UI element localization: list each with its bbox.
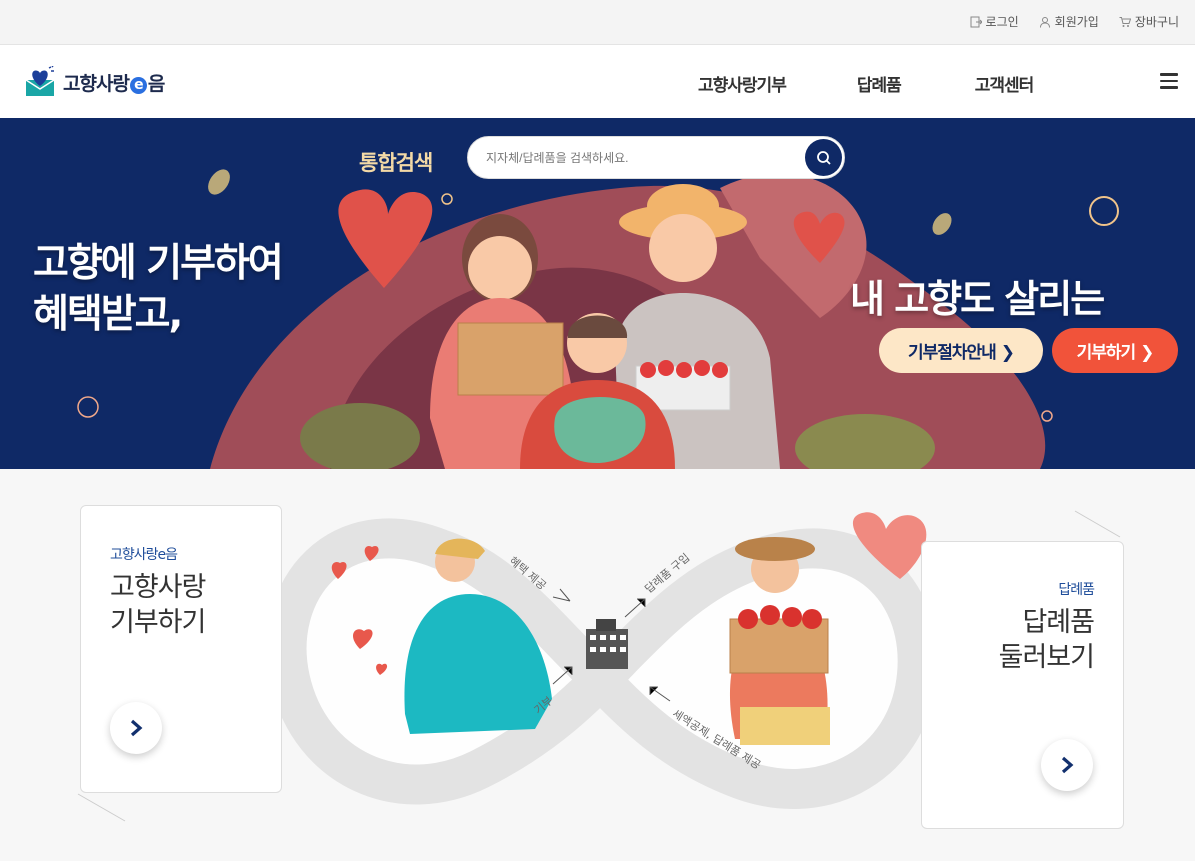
donate-card-title: 고향사랑 기부하기	[110, 570, 206, 640]
cart-link[interactable]: 장바구니	[1119, 13, 1179, 30]
signup-link[interactable]: 회원가입	[1039, 13, 1099, 30]
login-label: 로그인	[985, 15, 1019, 29]
gifts-card-title-line2: 둘러보기	[998, 642, 1095, 673]
main-nav: 고향사랑기부 답례품 고객센터	[698, 71, 1035, 96]
site-logo[interactable]: 고향사랑 e 음	[25, 66, 166, 98]
donate-card[interactable]: 고향사랑e음 고향사랑 기부하기	[80, 505, 282, 793]
donate-card-sub: 고향사랑e음	[110, 547, 178, 563]
hamburger-menu-icon[interactable]	[1160, 73, 1178, 89]
gifts-card-title: 답례품 둘러보기	[998, 605, 1095, 675]
search-input[interactable]	[486, 147, 796, 169]
nav-item-donation[interactable]: 고향사랑기부	[698, 71, 787, 96]
hero-title-line1: 고향에 기부하여	[33, 241, 284, 286]
donate-card-title-line1: 고향사랑	[110, 572, 206, 603]
cart-label: 장바구니	[1134, 15, 1179, 29]
logo-text: 고향사랑 e 음	[63, 69, 166, 96]
user-icon	[1039, 16, 1050, 28]
site-header: 고향사랑 e 음 고향사랑기부 답례품 고객센터	[0, 45, 1195, 118]
logo-text-suffix: 음	[147, 72, 166, 95]
search-label: 통합검색	[359, 151, 433, 175]
gifts-card[interactable]: 답례품 답례품 둘러보기	[921, 541, 1124, 829]
utility-links: 로그인 회원가입 장바구니	[970, 13, 1179, 30]
hero-banner: 통합검색 고향에 기부하여 혜택받고, 내 고향도 살리는 기부절차안내 ❯ 기…	[0, 118, 1195, 469]
logo-text-main: 고향사랑	[63, 72, 130, 95]
donate-card-arrow-button[interactable]	[110, 702, 162, 754]
donate-button[interactable]: 기부하기 ❯	[1052, 328, 1178, 373]
heart-mail-logo-icon	[25, 66, 55, 96]
gifts-card-sub: 답례품	[1058, 582, 1095, 598]
donate-card-title-line2: 기부하기	[110, 607, 206, 638]
hero-title: 고향에 기부하여 혜택받고,	[33, 238, 284, 340]
search-box	[467, 136, 845, 179]
nav-item-gifts[interactable]: 답례품	[857, 71, 902, 96]
donation-flow-section: 혜택 제공 답례품 구입 기부 세액공제, 답례품 제공 고향사랑e음 고향사랑…	[0, 469, 1195, 861]
logo-e-mark: e	[129, 76, 147, 94]
signup-label: 회원가입	[1054, 15, 1099, 29]
donate-card-text: 고향사랑e음 고향사랑 기부하기	[110, 544, 206, 640]
chevron-right-icon	[130, 719, 143, 737]
gifts-card-title-line1: 답례품	[1022, 607, 1095, 638]
logout-icon	[970, 16, 982, 27]
gifts-card-arrow-button[interactable]	[1041, 739, 1093, 791]
login-link[interactable]: 로그인	[970, 13, 1019, 30]
top-utility-bar: 로그인 회원가입 장바구니	[0, 0, 1195, 45]
nav-item-support[interactable]: 고객센터	[975, 71, 1035, 96]
donation-guide-button[interactable]: 기부절차안내 ❯	[879, 328, 1043, 373]
gifts-card-text: 답례품 답례품 둘러보기	[998, 579, 1095, 675]
hero-title-line2: 혜택받고,	[33, 292, 183, 337]
search-button[interactable]	[805, 139, 842, 176]
hero-subtitle: 내 고향도 살리는	[850, 277, 1105, 321]
search-icon	[816, 150, 831, 165]
chevron-right-icon	[1061, 756, 1074, 774]
cart-icon	[1119, 16, 1131, 27]
